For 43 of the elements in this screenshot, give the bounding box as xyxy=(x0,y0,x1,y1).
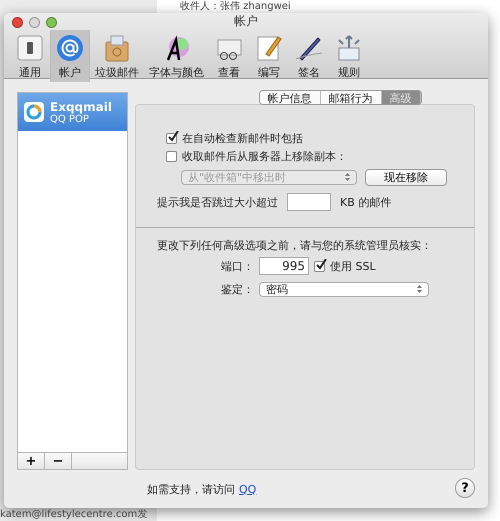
close-button[interactable] xyxy=(12,17,23,28)
size-prompt-label: 提示我是否跳过大小超过 xyxy=(157,194,278,210)
account-icon xyxy=(23,101,45,123)
port-field[interactable]: 995 xyxy=(259,257,309,275)
support-link[interactable]: QQ xyxy=(239,482,256,496)
help-button[interactable]: ? xyxy=(455,478,475,498)
minimize-button[interactable] xyxy=(29,17,40,28)
checkbox-label: 使用 SSL xyxy=(330,258,376,274)
remove-now-button[interactable]: 现在移除 xyxy=(365,168,447,186)
background-text: 收件人：张伟 zhangwei xyxy=(179,0,292,13)
remove-button[interactable]: − xyxy=(45,453,72,469)
checkbox-label: 收取邮件后从服务器上移除副本： xyxy=(182,148,347,164)
window-title: 帐户 xyxy=(234,13,258,30)
auth-label: 鉴定： xyxy=(221,282,254,296)
at-sign-icon xyxy=(55,33,85,63)
toolbar-tab[interactable]: 字体与颜色 xyxy=(144,30,209,82)
background-text: katem@lifestylecentre.com发 xyxy=(0,508,148,521)
toolbar-tab[interactable]: 帐户 xyxy=(50,30,90,82)
toolbar-tab[interactable]: 签名 xyxy=(289,30,329,82)
stepper-icon xyxy=(417,285,422,293)
toolbar-tab[interactable]: 垃圾邮件 xyxy=(90,30,144,82)
account-type: QQ POP xyxy=(50,114,90,124)
switch-icon xyxy=(15,33,45,63)
toolbar-tab[interactable]: 通用 xyxy=(10,30,50,82)
tab[interactable]: 帐户信息 xyxy=(260,91,320,104)
auth-select[interactable]: 密码 xyxy=(259,282,429,296)
checkbox[interactable] xyxy=(314,260,325,272)
stepper-icon xyxy=(345,173,350,181)
toolbar-tab[interactable]: 查看 xyxy=(209,30,249,82)
zoom-button[interactable] xyxy=(46,17,57,28)
checkbox[interactable] xyxy=(166,132,177,144)
support-text: 如需支持，请访问 xyxy=(147,482,235,496)
port-label: 端口： xyxy=(221,258,254,274)
warning-text: 更改下列任何高级选项之前，请与您的系统管理员核实： xyxy=(157,238,432,252)
size-unit-label: KB 的邮件 xyxy=(340,194,392,210)
checkbox[interactable] xyxy=(166,150,177,162)
add-button[interactable]: + xyxy=(18,453,45,469)
account-name: Exqqmail xyxy=(50,100,112,114)
toolbar-tab[interactable]: 编写 xyxy=(249,30,289,82)
toolbar-tab[interactable]: 规则 xyxy=(329,30,369,82)
tab[interactable]: 邮箱行为 xyxy=(320,91,382,104)
size-field[interactable] xyxy=(287,193,331,211)
checkbox-label: 在自动检查新邮件时包括 xyxy=(182,130,303,146)
